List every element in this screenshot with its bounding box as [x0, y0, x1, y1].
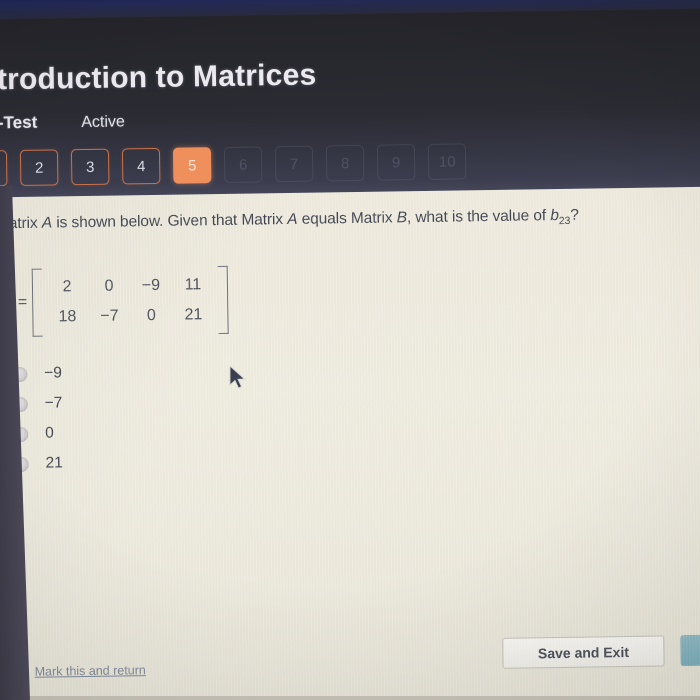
answer-option-label-3: 0	[44, 424, 54, 442]
question-button-2[interactable]: 2	[19, 149, 59, 186]
answer-option-1[interactable]: −9	[12, 358, 62, 389]
quiz-header: Introduction to Matrices Pre-Test Active…	[0, 8, 700, 200]
quiz-screenshot: Introduction to Matrices Pre-Test Active…	[0, 0, 700, 700]
question-button-3[interactable]: 3	[70, 148, 110, 186]
question-punctuation: ?	[570, 206, 579, 224]
page-title: Introduction to Matrices	[0, 58, 317, 97]
question-text-part-3: equals Matrix	[297, 209, 397, 228]
question-button-5[interactable]: 5	[172, 147, 212, 184]
screen-surface: Introduction to Matrices Pre-Test Active…	[0, 0, 700, 700]
question-button-8: 8	[325, 144, 365, 182]
question-variable: b23	[550, 206, 571, 228]
matrix-cell-r1c2: 0	[104, 277, 114, 295]
answer-option-label-2: −7	[44, 394, 63, 412]
screen-bezel-bottom	[0, 696, 700, 700]
question-button-10: 10	[427, 143, 467, 180]
question-variable-letter: b	[550, 206, 559, 225]
tab-bar: Pre-Test Active	[0, 111, 125, 133]
save-and-exit-button[interactable]: Save and Exit	[502, 635, 665, 669]
matrix-a-display: A = 2 0 −9 11 18 −7 0 21	[3, 265, 229, 337]
matrix-cell-r1c4: 11	[184, 276, 202, 294]
question-button-7: 7	[274, 145, 314, 183]
tab-active[interactable]: Active	[81, 113, 125, 132]
question-content-area: Matrix A is shown below. Given that Matr…	[0, 186, 700, 700]
question-matrix-a-1: A	[41, 214, 53, 232]
matrix-grid: 2 0 −9 11 18 −7 0 21	[42, 266, 219, 337]
matrix-cell-r2c3: 0	[146, 306, 156, 325]
matrix-cell-r2c4: 21	[184, 306, 203, 324]
question-button-9: 9	[376, 144, 416, 181]
question-button-6: 6	[223, 146, 263, 183]
question-matrix-b: B	[396, 209, 408, 227]
question-number-bar: 1 2 3 4 5 6 7 8 9 10	[0, 143, 467, 187]
question-text: Matrix A is shown below. Given that Matr…	[0, 207, 579, 236]
question-text-part-2: is shown below. Given that Matrix	[51, 211, 288, 232]
matrix-right-bracket	[217, 265, 229, 335]
matrix-cell-r1c1: 2	[62, 278, 72, 296]
matrix-cell-r2c2: −7	[100, 307, 119, 325]
answer-option-label-4: 21	[45, 454, 63, 472]
tab-pre-test[interactable]: Pre-Test	[0, 113, 37, 134]
question-button-4[interactable]: 4	[121, 147, 161, 185]
matrix-cell-r1c3: −9	[141, 276, 161, 295]
mouse-cursor-icon	[229, 365, 246, 389]
matrix-equals-sign: =	[17, 293, 28, 312]
question-text-part-4: , what is the value of	[406, 207, 551, 227]
mark-this-and-return-link[interactable]: Mark this and return	[35, 663, 146, 679]
next-button[interactable]	[680, 634, 700, 667]
question-button-1[interactable]: 1	[0, 150, 8, 187]
question-variable-subscript: 23	[558, 214, 571, 228]
answer-option-label-1: −9	[44, 364, 63, 382]
matrix-cell-r2c1: 18	[58, 308, 77, 326]
